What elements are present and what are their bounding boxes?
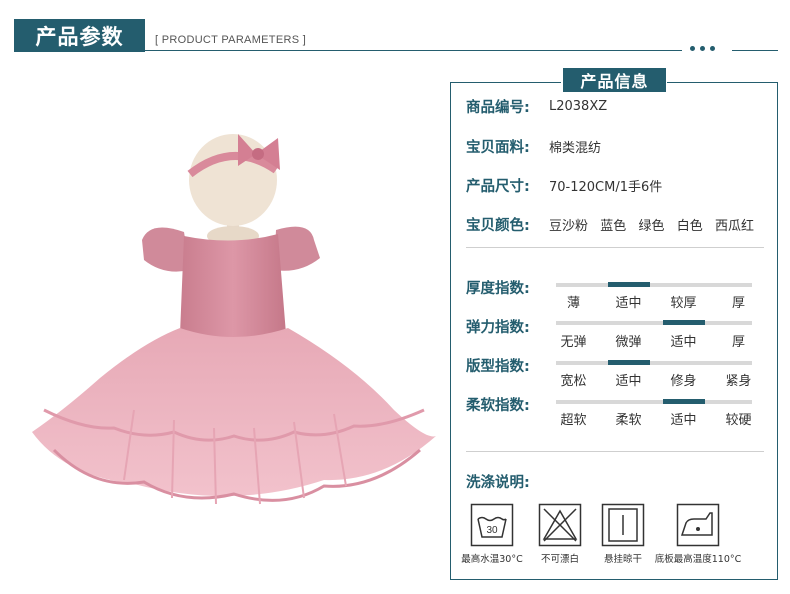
info-row-size: 产品尺寸: 70-120CM/1手6件 bbox=[466, 175, 662, 196]
care-caption: 悬挂晾干 bbox=[603, 554, 642, 565]
info-label: 宝贝颜色: bbox=[466, 218, 530, 234]
scale-track-softness bbox=[556, 399, 752, 404]
iron-icon bbox=[676, 503, 720, 547]
scale-track-thickness bbox=[556, 282, 752, 287]
info-value: 70-120CM/1手6件 bbox=[549, 180, 663, 195]
scale-option: 薄 bbox=[566, 296, 580, 311]
scale-option: 宽松 bbox=[560, 374, 587, 389]
scale-options-thickness: 薄 适中 较厚 厚 bbox=[546, 292, 766, 311]
scale-options-fit: 宽松 适中 修身 紧身 bbox=[546, 370, 766, 389]
scale-label-elasticity: 弹力指数: bbox=[466, 320, 530, 336]
scale-option: 适中 bbox=[670, 335, 697, 350]
scale-option: 微弹 bbox=[615, 335, 642, 350]
header-divider-end bbox=[732, 50, 778, 51]
scale-options-softness: 超软 柔软 适中 较硬 bbox=[546, 409, 766, 428]
scale-indicator bbox=[662, 320, 705, 325]
svg-text:30: 30 bbox=[486, 525, 498, 536]
wash-30-icon: 30 bbox=[470, 503, 514, 547]
divider bbox=[466, 247, 764, 248]
scale-indicator bbox=[607, 360, 650, 365]
product-image bbox=[32, 134, 436, 505]
care-caption: 底板最高温度110°C bbox=[654, 554, 742, 565]
info-label: 宝贝面料: bbox=[466, 140, 530, 156]
info-value: L2038XZ bbox=[549, 99, 608, 114]
info-row-fabric: 宝贝面料: 棉类混纺 bbox=[466, 136, 601, 157]
dots-ornament bbox=[690, 46, 715, 51]
care-caption: 不可漂白 bbox=[540, 554, 579, 565]
scale-option: 超软 bbox=[560, 413, 587, 428]
scale-option: 适中 bbox=[670, 413, 697, 428]
scale-option: 无弹 bbox=[560, 335, 587, 350]
info-value: 棉类混纺 bbox=[549, 141, 602, 156]
scale-indicator bbox=[607, 282, 650, 287]
scale-option: 紧身 bbox=[725, 374, 752, 389]
info-row-sku: 商品编号: L2038XZ bbox=[466, 96, 607, 117]
section-subtitle: [ PRODUCT PARAMETERS ] bbox=[155, 34, 307, 46]
hang-dry-icon bbox=[601, 503, 645, 547]
scale-option: 较厚 bbox=[670, 296, 697, 311]
header-divider bbox=[145, 50, 682, 51]
divider bbox=[466, 451, 764, 452]
scale-option: 厚 bbox=[731, 335, 745, 350]
no-bleach-icon bbox=[538, 503, 582, 547]
scale-option: 较硬 bbox=[725, 413, 752, 428]
wash-label: 洗涤说明: bbox=[466, 475, 530, 491]
scale-option: 修身 bbox=[670, 374, 697, 389]
scale-label-fit: 版型指数: bbox=[466, 359, 530, 375]
scale-indicator bbox=[662, 399, 705, 404]
info-row-colors: 宝贝颜色: 豆沙粉 蓝色 绿色 白色 西瓜红 bbox=[466, 214, 754, 235]
info-label: 商品编号: bbox=[466, 100, 530, 116]
care-item: 底板最高温度110°C bbox=[655, 503, 741, 565]
scale-label-softness: 柔软指数: bbox=[466, 398, 530, 414]
scale-label-thickness: 厚度指数: bbox=[466, 281, 530, 297]
scale-track-elasticity bbox=[556, 320, 752, 325]
section-title: 产品参数 bbox=[14, 19, 145, 52]
scale-options-elasticity: 无弹 微弹 适中 厚 bbox=[546, 331, 766, 350]
scale-option: 适中 bbox=[615, 296, 642, 311]
scale-option: 适中 bbox=[615, 374, 642, 389]
panel-title: 产品信息 bbox=[563, 68, 666, 92]
care-item: 悬挂晾干 bbox=[583, 503, 663, 565]
scale-option: 厚 bbox=[731, 296, 745, 311]
scale-track-fit bbox=[556, 360, 752, 365]
info-label: 产品尺寸: bbox=[466, 179, 530, 195]
care-caption: 最高水温30°C bbox=[461, 554, 523, 565]
scale-option: 柔软 bbox=[615, 413, 642, 428]
info-value: 豆沙粉 蓝色 绿色 白色 西瓜红 bbox=[549, 219, 755, 234]
